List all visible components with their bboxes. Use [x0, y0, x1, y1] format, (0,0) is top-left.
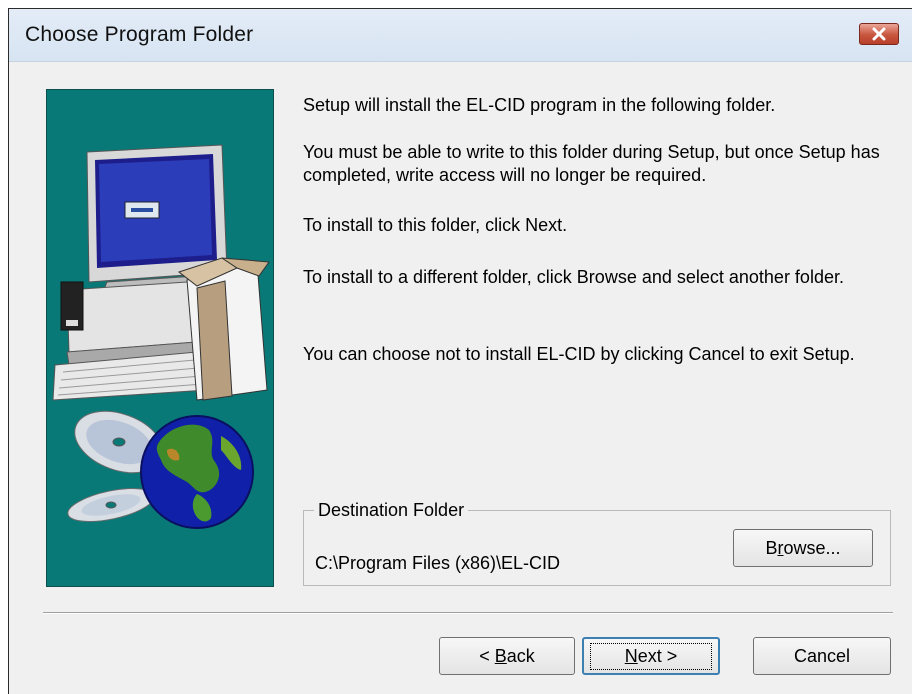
- destination-path: C:\Program Files (x86)\EL-CID: [315, 553, 561, 573]
- separator-line: [43, 612, 893, 614]
- browse-instruction-text: To install to a different folder, click …: [303, 267, 844, 287]
- globe-icon: [140, 415, 254, 529]
- intro-text: Setup will install the EL-CID program in…: [303, 95, 776, 115]
- close-icon: [872, 27, 886, 41]
- back-button[interactable]: < Back: [439, 637, 575, 675]
- next-instruction-text: To install to this folder, click Next.: [303, 215, 568, 235]
- next-button[interactable]: Next >: [582, 637, 720, 675]
- back-button-label: < Back: [479, 645, 535, 666]
- destination-folder-label: Destination Folder: [314, 500, 469, 521]
- setup-dialog: Choose Program Folder Setup will install…: [8, 8, 912, 694]
- browse-button[interactable]: Browse...: [733, 529, 873, 567]
- browse-button-label: Browse...: [765, 537, 841, 558]
- write-access-text: You must be able to write to this folder…: [303, 142, 880, 185]
- setup-illustration: [46, 89, 274, 587]
- cancel-button[interactable]: Cancel: [753, 637, 891, 675]
- dialog-title: Choose Program Folder: [25, 23, 254, 46]
- title-bar[interactable]: Choose Program Folder: [9, 9, 912, 62]
- close-button[interactable]: [859, 23, 899, 45]
- cancel-instruction-text: You can choose not to install EL-CID by …: [303, 344, 855, 364]
- next-button-label: Next >: [589, 642, 713, 670]
